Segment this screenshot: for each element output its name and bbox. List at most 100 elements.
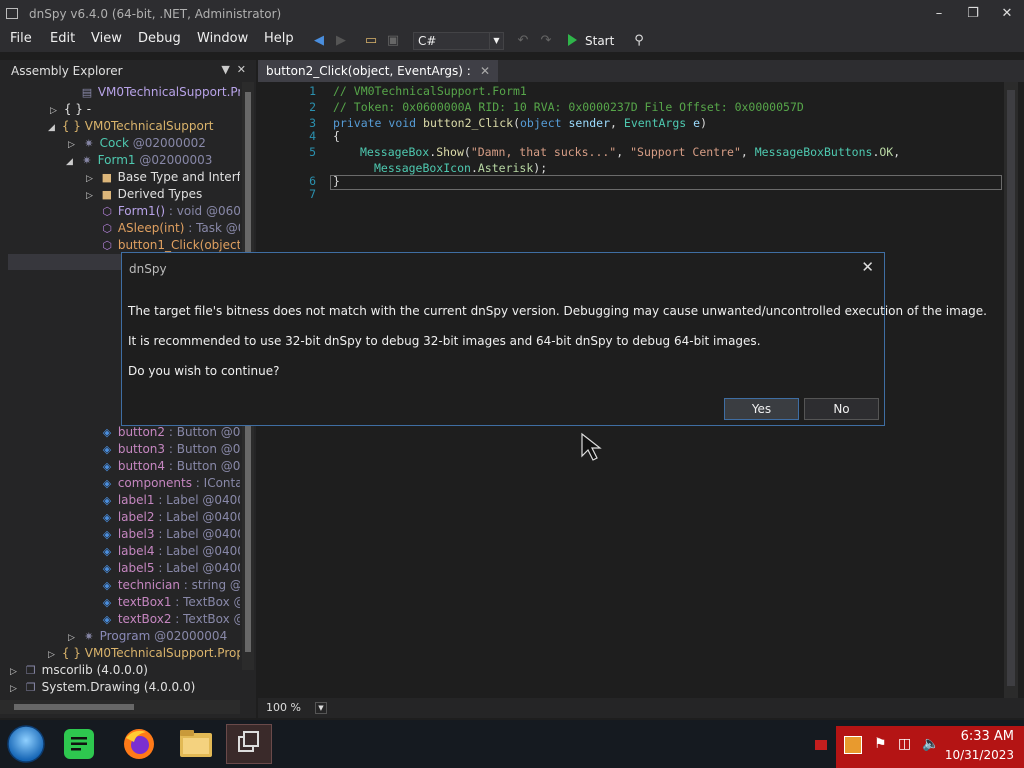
explorer-header-buttons[interactable]: ▼ ✕ — [221, 63, 246, 76]
explorer-title: Assembly Explorer — [11, 64, 123, 78]
class-icon: ✷ — [82, 154, 92, 167]
no-button[interactable]: No — [804, 398, 879, 420]
menu-window[interactable]: Window — [197, 31, 248, 46]
language-select[interactable]: C# ▼ — [413, 32, 504, 50]
zoom-value: 100 % — [266, 701, 301, 714]
tree-item[interactable]: ◈ textBox1 : TextBox @04 — [100, 594, 240, 611]
tree-item[interactable]: ◈ button3 : Button @040 — [100, 441, 240, 458]
tree-item[interactable]: ⬡ Form1() : void @06000 — [100, 203, 240, 220]
tree-item[interactable]: ▷ ✷ Cock @02000002 — [68, 135, 240, 152]
dialog-title: dnSpy — [129, 262, 167, 276]
close-icon[interactable]: ✕ — [861, 258, 874, 276]
line-number: 7 — [309, 187, 316, 201]
menu-debug[interactable]: Debug — [138, 31, 181, 46]
tree-item[interactable]: ◈ label2 : Label @040000 — [100, 509, 240, 526]
tree-item[interactable]: ⬡ ASleep(int) : Task @06 — [100, 220, 240, 237]
start-button[interactable]: Start — [568, 32, 614, 50]
file-icon: ▤ — [81, 86, 93, 99]
volume-icon[interactable]: 🔈 — [922, 736, 939, 752]
expand-icon[interactable]: ▷ — [86, 188, 96, 203]
spreadsheet-app-icon[interactable] — [56, 724, 102, 764]
yes-button[interactable]: Yes — [724, 398, 799, 420]
tab-button2-click[interactable]: button2_Click(object, EventArgs) : void … — [258, 60, 498, 100]
tree-item[interactable]: ◈ label4 : Label @040000 — [100, 543, 240, 560]
code-line-1: // VM0TechnicalSupport.Form1 — [333, 84, 527, 98]
tree-item[interactable]: ▷ { } VM0TechnicalSupport.Proper — [48, 645, 240, 662]
tree-item[interactable]: ▷ ❐ System.Drawing (4.0.0.0) — [10, 679, 240, 696]
tree-item[interactable]: ◢ { } VM0TechnicalSupport — [48, 118, 240, 135]
menu-file[interactable]: File — [10, 31, 32, 46]
tree-item[interactable]: ▷ ❐ mscorlib (4.0.0.0) — [10, 662, 240, 679]
tree-item[interactable]: ▷ { } - — [50, 101, 240, 118]
expand-icon[interactable]: ▷ — [48, 647, 58, 662]
field-icon: ◈ — [102, 443, 112, 456]
collapse-icon[interactable]: ◢ — [48, 120, 58, 135]
forward-icon[interactable]: ▶ — [332, 32, 350, 50]
scroll-thumb[interactable] — [1007, 90, 1015, 686]
zoom-select[interactable]: 100 % ▼ — [266, 701, 327, 714]
firefox-icon[interactable] — [116, 724, 162, 764]
minimize-icon[interactable]: – — [924, 4, 954, 24]
save-icon[interactable]: ▣ — [384, 32, 402, 50]
tree-item[interactable]: ◈ button2 : Button @040 — [100, 424, 240, 441]
clock-date[interactable]: 10/31/2023 — [945, 748, 1014, 762]
expand-icon[interactable]: ▷ — [10, 664, 20, 679]
language-value: C# — [418, 34, 437, 48]
tree-item[interactable]: ◈ label1 : Label @040000 — [100, 492, 240, 509]
start-orb-icon[interactable] — [6, 724, 46, 764]
mouse-cursor-icon — [581, 432, 602, 461]
close-icon[interactable]: ✕ — [992, 4, 1022, 24]
tree-item[interactable]: ▷ ✷ Program @02000004 — [68, 628, 240, 645]
explorer-horizontal-scrollbar[interactable] — [0, 700, 240, 714]
code-line-4: { — [333, 129, 340, 143]
expand-icon[interactable]: ▷ — [86, 171, 96, 186]
restore-icon[interactable]: ❐ — [958, 4, 988, 24]
field-icon: ◈ — [102, 460, 112, 473]
file-explorer-icon[interactable] — [173, 724, 219, 764]
menu-help[interactable]: Help — [264, 31, 294, 46]
tree-item[interactable]: ◈ components : IContair — [100, 475, 240, 492]
expand-icon[interactable]: ▷ — [68, 630, 78, 645]
open-folder-icon[interactable]: ▭ — [362, 32, 380, 50]
field-icon: ◈ — [102, 528, 112, 541]
tree-item[interactable]: ▤ VM0TechnicalSupport.Pro — [80, 84, 240, 101]
dnspy-taskbar-icon[interactable] — [226, 724, 272, 764]
expand-icon[interactable]: ▷ — [10, 681, 20, 696]
redo-icon[interactable]: ↷ — [537, 32, 555, 50]
notification-flag-icon — [815, 740, 827, 750]
tree-item[interactable]: ◈ technician : string @04 — [100, 577, 240, 594]
tree-item[interactable]: ▷ ■ Derived Types — [86, 186, 240, 203]
code-line-3: private void button2_Click(object sender… — [333, 116, 708, 130]
field-icon: ◈ — [102, 426, 112, 439]
tree-item[interactable]: ◈ button4 : Button @040 — [100, 458, 240, 475]
tray-app-icon[interactable] — [844, 736, 862, 754]
editor-status-bar: 100 % ▼ — [258, 698, 1024, 718]
expand-icon[interactable]: ▷ — [68, 137, 78, 152]
tree-item[interactable]: ◈ textBox2 : TextBox @04 — [100, 611, 240, 628]
scroll-thumb[interactable] — [14, 704, 134, 710]
undo-icon[interactable]: ↶ — [514, 32, 532, 50]
back-icon[interactable]: ◀ — [310, 32, 328, 50]
menu-view[interactable]: View — [91, 31, 122, 46]
line-number: 3 — [309, 116, 316, 130]
tree-item[interactable]: ◈ label5 : Label @040000 — [100, 560, 240, 577]
document-tabs: button2_Click(object, EventArgs) : void … — [258, 60, 1024, 100]
network-icon[interactable]: ◫ — [898, 736, 911, 752]
start-label: Start — [585, 34, 615, 48]
field-icon: ◈ — [102, 596, 112, 609]
app-icon — [6, 8, 18, 19]
collapse-icon[interactable]: ◢ — [66, 154, 76, 169]
tree-item[interactable]: ▷ ■ Base Type and Interfac — [86, 169, 240, 186]
tree-item[interactable]: ◈ label3 : Label @040000 — [100, 526, 240, 543]
clock-time[interactable]: 6:33 AM — [961, 729, 1014, 744]
expand-icon[interactable]: ▷ — [50, 103, 60, 118]
flag-icon[interactable]: ⚑ — [874, 736, 887, 752]
code-line-2: // Token: 0x0600000A RID: 10 RVA: 0x0000… — [333, 100, 804, 114]
chevron-down-icon: ▼ — [489, 33, 503, 49]
search-icon[interactable]: ⚲ — [630, 32, 648, 50]
menu-edit[interactable]: Edit — [50, 31, 75, 46]
editor-vertical-scrollbar[interactable] — [1004, 82, 1018, 698]
tree-item[interactable]: ◢ ✷ Form1 @02000003 — [66, 152, 240, 169]
line-number: 1 — [309, 84, 316, 98]
close-tab-icon[interactable]: ✕ — [480, 60, 490, 82]
